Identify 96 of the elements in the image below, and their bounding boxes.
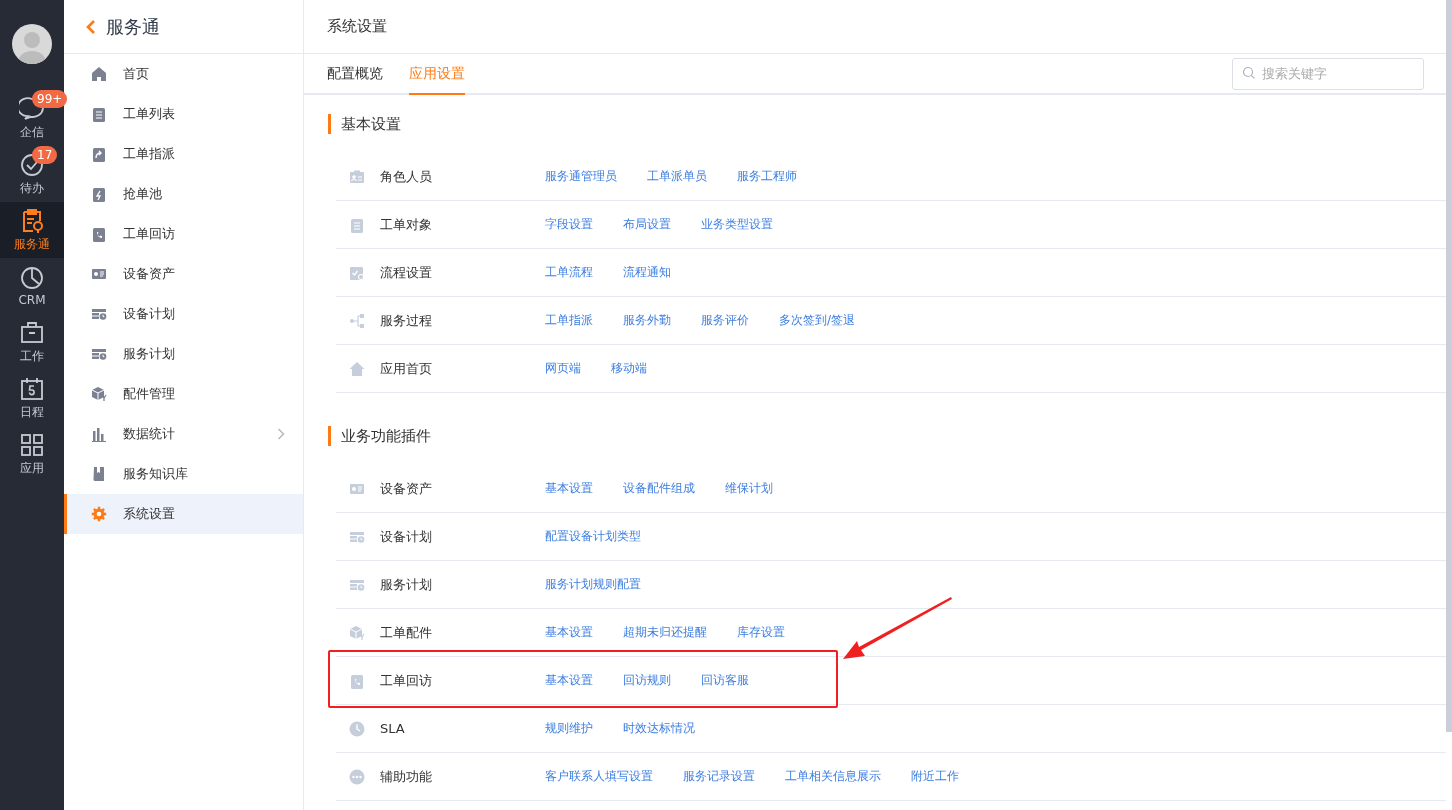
setting-name: 应用首页 xyxy=(380,359,433,378)
pie-chart-icon xyxy=(19,265,45,291)
home-icon xyxy=(349,360,365,377)
chevron-right-icon xyxy=(277,428,285,440)
search-field[interactable]: 搜索关键字 xyxy=(1232,57,1424,90)
setting-link[interactable]: 服务外勤 xyxy=(623,312,671,329)
cube-icon xyxy=(91,386,107,402)
setting-link[interactable]: 基本设置 xyxy=(545,672,593,689)
setting-link[interactable]: 服务通管理员 xyxy=(545,168,617,185)
sidebar-item[interactable]: 工单指派 xyxy=(64,134,303,174)
setting-link[interactable]: 附近工作 xyxy=(911,768,959,785)
count-badge: 99+ xyxy=(32,90,68,108)
setting-link[interactable]: 多次签到/签退 xyxy=(779,312,856,329)
setting-link[interactable]: 基本设置 xyxy=(545,624,593,641)
setting-link[interactable]: 服务评价 xyxy=(701,312,749,329)
grid-icon xyxy=(19,431,45,458)
scrollbar[interactable] xyxy=(1446,0,1452,732)
setting-name: 工单对象 xyxy=(380,215,433,234)
sidebar-item[interactable]: 抢单池 xyxy=(64,174,303,214)
setting-link[interactable]: 服务记录设置 xyxy=(683,768,755,785)
setting-name: 工单回访 xyxy=(380,671,433,690)
home-icon xyxy=(91,66,107,82)
clipboard-phone-icon xyxy=(91,226,107,242)
sidebar-item[interactable]: 设备资产 xyxy=(64,254,303,294)
sidebar-item[interactable]: 服务知识库 xyxy=(64,454,303,494)
sidebar-item[interactable]: 服务计划 xyxy=(64,334,303,374)
setting-link[interactable]: 布局设置 xyxy=(623,216,671,233)
list-clock-icon xyxy=(91,306,107,322)
rail-item[interactable]: 服务通 xyxy=(0,202,64,258)
setting-link[interactable]: 回访规则 xyxy=(623,672,671,689)
clipboard-icon xyxy=(91,106,107,122)
tab[interactable]: 应用设置 xyxy=(409,54,465,95)
calendar-icon xyxy=(19,375,45,402)
bar-chart-icon xyxy=(91,426,107,442)
id-card-icon xyxy=(91,266,107,282)
list-clock-icon xyxy=(91,346,107,362)
sidebar-item[interactable]: 数据统计 xyxy=(64,414,303,454)
sidebar-item[interactable]: 设备计划 xyxy=(64,294,303,334)
clipboard-bolt-icon xyxy=(91,186,107,202)
count-badge: 17 xyxy=(32,146,58,164)
section-heading: 业务功能插件 xyxy=(328,426,431,446)
setting-link[interactable]: 配置设备计划类型 xyxy=(545,528,641,545)
clock-icon xyxy=(349,720,365,737)
checklist-icon xyxy=(349,264,365,281)
briefcase-icon xyxy=(19,319,45,346)
setting-link[interactable]: 超期未归还提醒 xyxy=(623,624,707,641)
clipboard-icon xyxy=(349,216,365,233)
setting-link[interactable]: 移动端 xyxy=(611,360,647,377)
setting-link[interactable]: 规则维护 xyxy=(545,720,593,737)
person-card-icon xyxy=(349,168,365,185)
setting-link[interactable]: 字段设置 xyxy=(545,216,593,233)
setting-link[interactable]: 流程通知 xyxy=(623,264,671,281)
setting-link[interactable]: 时效达标情况 xyxy=(623,720,695,737)
book-icon xyxy=(91,466,107,482)
branch-nodes-icon xyxy=(349,312,365,329)
setting-link[interactable]: 回访客服 xyxy=(701,672,749,689)
setting-link[interactable]: 工单流程 xyxy=(545,264,593,281)
sidebar-item[interactable]: 配件管理 xyxy=(64,374,303,414)
setting-link[interactable]: 服务工程师 xyxy=(737,168,797,185)
sidebar-item[interactable]: 工单回访 xyxy=(64,214,303,254)
setting-name: SLA xyxy=(380,721,406,736)
sidebar-item[interactable]: 系统设置 xyxy=(64,494,303,534)
setting-link[interactable]: 业务类型设置 xyxy=(701,216,773,233)
sidebar-title: 服务通 xyxy=(106,14,160,39)
setting-name: 角色人员 xyxy=(380,167,433,186)
tab[interactable]: 配置概览 xyxy=(327,54,383,95)
setting-name: 设备计划 xyxy=(380,527,433,546)
rail-item[interactable]: 待办 17 xyxy=(0,146,64,202)
setting-link[interactable]: 设备配件组成 xyxy=(623,480,695,497)
setting-link[interactable]: 库存设置 xyxy=(737,624,785,641)
avatar xyxy=(12,24,52,64)
rail-item[interactable]: 日程 xyxy=(0,370,64,426)
cube-icon xyxy=(349,624,365,641)
setting-name: 服务过程 xyxy=(380,311,433,330)
section-heading: 基本设置 xyxy=(328,114,401,134)
setting-link[interactable]: 服务计划规则配置 xyxy=(545,576,641,593)
setting-name: 服务计划 xyxy=(380,575,433,594)
setting-name: 设备资产 xyxy=(380,479,433,498)
rail-item[interactable]: CRM xyxy=(0,258,64,314)
setting-link[interactable]: 工单指派 xyxy=(545,312,593,329)
setting-link[interactable]: 维保计划 xyxy=(725,480,773,497)
more-icon xyxy=(349,768,365,785)
back-chevron-icon xyxy=(86,19,96,34)
setting-name: 辅助功能 xyxy=(380,767,433,786)
setting-name: 流程设置 xyxy=(380,263,433,282)
setting-link[interactable]: 基本设置 xyxy=(545,480,593,497)
clipboard-phone-icon xyxy=(349,672,365,689)
setting-link[interactable]: 工单派单员 xyxy=(647,168,707,185)
rail-item[interactable]: 工作 xyxy=(0,314,64,370)
setting-link[interactable]: 网页端 xyxy=(545,360,581,377)
setting-link[interactable]: 客户联系人填写设置 xyxy=(545,768,653,785)
settings-icon xyxy=(91,506,107,522)
search-icon xyxy=(1242,65,1256,80)
setting-name: 工单配件 xyxy=(380,623,433,642)
setting-link[interactable]: 工单相关信息展示 xyxy=(785,768,881,785)
rail-item[interactable]: 应用 xyxy=(0,426,64,482)
